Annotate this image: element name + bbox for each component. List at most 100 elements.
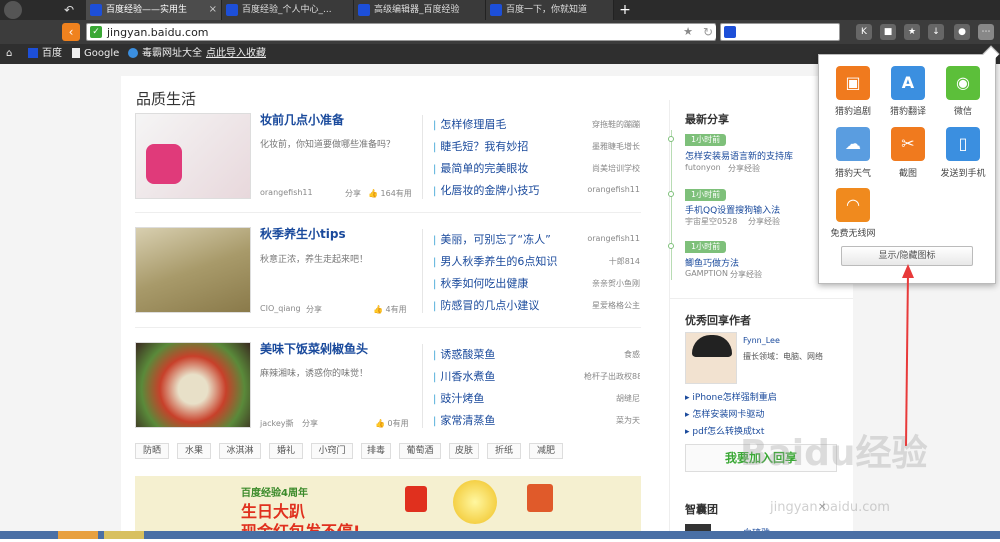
article-author[interactable]: 菜为天 [584,415,640,426]
article-link[interactable]: 川香水煮鱼 [433,368,495,384]
menu-icon[interactable]: ⋯ [978,24,994,40]
url-input[interactable]: ✓ jingyan.baidu.com ★ ▾ [86,23,716,41]
tab-2[interactable]: 高级编辑器_百度经验 [354,0,486,20]
latest-author[interactable]: 宇宙星空0528 [685,216,737,227]
scissors-icon[interactable]: ✂ [891,127,925,161]
tv-icon[interactable]: ▣ [836,66,870,100]
article-author[interactable]: 食惑 [584,349,640,360]
home-icon[interactable]: ⌂ [6,44,12,64]
tag[interactable]: 小窍门 [311,443,353,459]
tag[interactable]: 皮肤 [449,443,479,459]
star-button-icon[interactable]: ★ [904,24,920,40]
bookmark-duba[interactable]: 毒霸网址大全 [128,44,202,64]
star-icon[interactable]: ★ [683,25,693,38]
avatar[interactable] [685,332,737,384]
article-author[interactable]: 枪杆子出政权88 [584,371,640,382]
tab-0[interactable]: 百度经验——实用生 × [86,0,222,20]
popup-item-label[interactable]: 截图 [878,166,938,179]
tag[interactable]: 葡萄酒 [399,443,441,459]
search-input[interactable] [720,23,840,41]
article-author[interactable]: 亲亲贺小鱼刚 [584,278,640,289]
time-badge: 1小时前 [685,134,727,146]
article-author[interactable]: orangefish11 [584,185,640,194]
feature-useful[interactable]: 👍 164有用 [368,188,412,199]
latest-link[interactable]: 鲫鱼巧做方法 [685,256,739,269]
close-icon[interactable]: × [209,0,217,20]
bookmark-google[interactable]: Google [72,44,119,64]
page-icon [72,48,80,58]
refresh-icon[interactable]: ↻ [700,24,716,40]
k-icon[interactable]: K [856,24,872,40]
latest-author[interactable]: futonyon [685,163,721,172]
tag[interactable]: 防晒 [135,443,169,459]
article-link[interactable]: 美丽，可别忘了“冻人” [433,231,550,247]
feature-title[interactable]: 美味下饭菜剁椒鱼头 [260,340,368,357]
article-author[interactable]: 穿拖鞋的蹦蹦 [584,119,640,130]
popup-item-label[interactable]: 猎豹天气 [823,166,883,179]
feature-thumb-makeup[interactable] [135,113,251,199]
back-icon[interactable]: ↶ [60,1,78,19]
author-link[interactable]: ▸ iPhone怎样强制重启 [685,390,777,403]
feature-author[interactable]: jackey撕 [260,418,294,429]
tag[interactable]: 折纸 [487,443,521,459]
anniversary-banner[interactable]: 百度经验4周年 生日大趴 现金红包发不停! [135,476,641,541]
browser-logo-icon[interactable] [4,1,22,19]
article-link[interactable]: 怎样修理眉毛 [433,116,506,132]
tag[interactable]: 冰淇淋 [219,443,261,459]
popup-item-label[interactable]: 微信 [933,104,993,117]
feature-title[interactable]: 妆前几点小准备 [260,111,344,128]
article-author[interactable]: orangefish11 [584,234,640,243]
baidu-paw-icon [90,4,102,16]
article-link[interactable]: 男人秋季养生的6点知识 [433,253,557,269]
article-link[interactable]: 化唇妆的金牌小技巧 [433,182,539,198]
bookmark-baidu[interactable]: 百度 [28,44,62,64]
feature-thumb-autumn[interactable] [135,227,251,313]
feature-useful[interactable]: 👍 0有用 [375,418,409,429]
popup-item-label[interactable]: 猎豹翻译 [878,104,938,117]
article-author[interactable]: 十郎814 [584,256,640,267]
tag[interactable]: 婚礼 [269,443,303,459]
phone-icon[interactable]: ▯ [946,127,980,161]
translate-icon[interactable]: A [891,66,925,100]
feature-useful[interactable]: 👍 4有用 [373,304,407,315]
tab-3[interactable]: 百度一下，你就知道 [486,0,614,20]
wifi-icon[interactable]: ◠ [836,188,870,222]
gamepad-icon[interactable]: ● [954,24,970,40]
article-author[interactable]: 墨雅睫毛增长 [584,141,640,152]
feature-title[interactable]: 秋季养生小tips [260,225,346,242]
author-name[interactable]: Fynn_Lee [743,336,780,345]
popup-item-label[interactable]: 猎豹追剧 [823,104,883,117]
latest-author[interactable]: GAMPTION [685,269,728,278]
author-link[interactable]: ▸ 怎样安装网卡驱动 [685,407,764,420]
article-author[interactable]: 尚美培训学校 [584,163,640,174]
tag[interactable]: 减肥 [529,443,563,459]
popup-item-label[interactable]: 免费无线网 [823,226,883,239]
wechat-icon[interactable]: ◉ [946,66,980,100]
article-link[interactable]: 家常清蒸鱼 [433,412,495,428]
popup-item-label[interactable]: 发送到手机 [933,166,993,179]
article-author[interactable]: 胡缝尼 [584,393,640,404]
tag[interactable]: 排毒 [361,443,391,459]
article-link[interactable]: 秋季如何吃出健康 [433,275,528,291]
new-tab-button[interactable]: + [616,1,634,19]
import-bookmarks-link[interactable]: 点此导入收藏 [206,44,266,64]
cloud-icon[interactable]: ☁ [836,127,870,161]
feature-author[interactable]: CIO_qiang [260,304,301,313]
article-link[interactable]: 诱惑酸菜鱼 [433,346,495,362]
download-icon[interactable]: ↓ [928,24,944,40]
feature-thumb-fish[interactable] [135,342,251,428]
article-link[interactable]: 睫毛短？我有妙招 [433,138,528,154]
article-author[interactable]: 星爱格格公主 [584,300,640,311]
lock-icon[interactable]: ■ [880,24,896,40]
taskbar-item[interactable] [58,531,98,539]
article-link[interactable]: 最简单的完美眼妆 [433,160,528,176]
tab-1[interactable]: 百度经验_个人中心_... [222,0,354,20]
article-link[interactable]: 豉汁烤鱼 [433,390,484,406]
feature-author[interactable]: orangefish11 [260,188,313,197]
latest-link[interactable]: 手机QQ设置搜狗输入法 [685,203,780,216]
tag[interactable]: 水果 [177,443,211,459]
latest-link[interactable]: 怎样安装易语言新的支持库 [685,149,793,162]
article-link[interactable]: 防感冒的几点小建议 [433,297,539,313]
back-button[interactable]: ‹ [62,23,80,41]
taskbar-item[interactable] [104,531,144,539]
